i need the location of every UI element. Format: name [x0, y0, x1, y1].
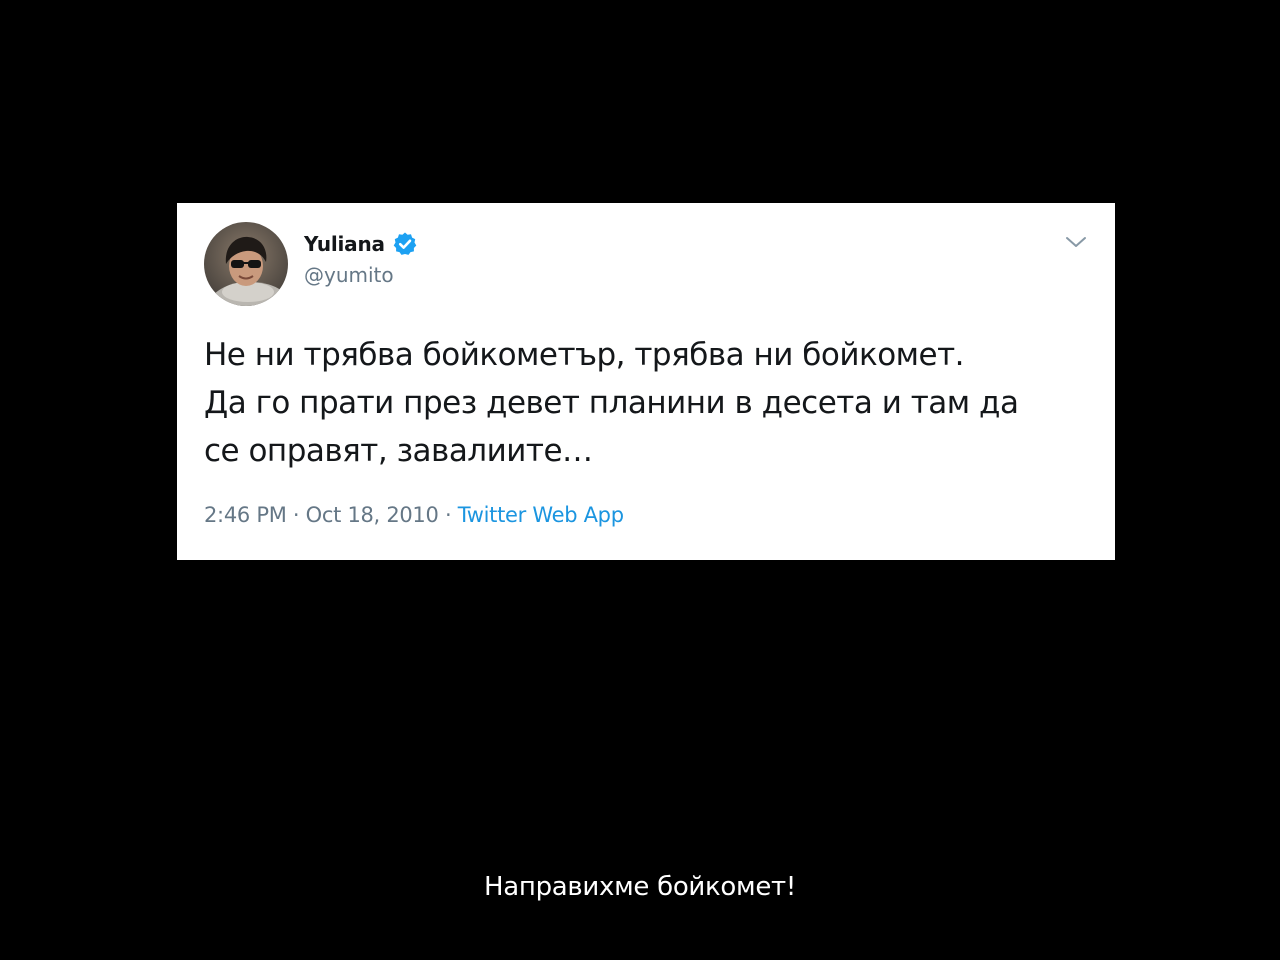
avatar[interactable]	[204, 222, 288, 306]
tweet-text-line: Не ни трябва бойкометър, трябва ни бойко…	[204, 337, 965, 373]
user-handle[interactable]: @yumito	[304, 263, 418, 287]
subtitle-caption: Направихме бойкомет!	[483, 872, 797, 902]
tweet-source-link[interactable]: Twitter Web App	[458, 503, 624, 527]
tweet-date[interactable]: Oct 18, 2010	[306, 503, 439, 527]
tweet-text-line: Да го прати през девет планини в десета …	[204, 385, 1019, 421]
tweet-author: Yuliana @yumito	[304, 230, 418, 287]
verified-badge-icon	[392, 231, 418, 257]
tweet-text: Не ни трябва бойкометър, трябва ни бойко…	[204, 331, 1094, 475]
meta-separator: ·	[286, 503, 306, 527]
chevron-down-icon[interactable]	[1064, 233, 1088, 251]
slide: Yuliana @yumito Не ни трябва бойкометър,…	[0, 0, 1280, 960]
tweet-text-line: се оправят, завалиите…	[204, 433, 593, 469]
display-name[interactable]: Yuliana	[304, 232, 385, 256]
meta-separator: ·	[438, 503, 458, 527]
tweet-time[interactable]: 2:46 PM	[204, 503, 287, 527]
profile-photo-icon	[204, 222, 288, 306]
tweet-meta: 2:46 PM · Oct 18, 2010 · Twitter Web App	[204, 503, 624, 527]
name-row: Yuliana	[304, 230, 418, 258]
tweet-card[interactable]: Yuliana @yumito Не ни трябва бойкометър,…	[177, 203, 1115, 560]
